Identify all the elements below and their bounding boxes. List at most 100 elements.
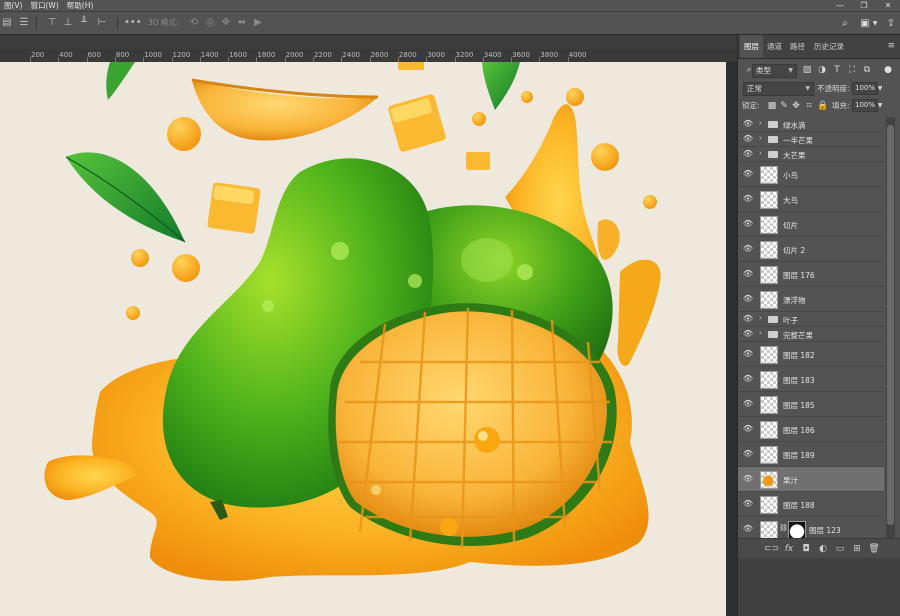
layer-row[interactable]: 👁 图层 176 [738, 262, 884, 287]
layer-row[interactable]: 👁 › 完整芒果 [738, 327, 884, 342]
more-options-icon[interactable]: ••• [124, 17, 142, 29]
layer-row[interactable]: 👁 漂浮物 [738, 287, 884, 312]
filter-toggle-icon[interactable]: ● [883, 65, 893, 75]
scroll-thumb[interactable] [887, 125, 894, 525]
visibility-eye-icon[interactable]: 👁 [742, 314, 754, 323]
visibility-eye-icon[interactable]: 👁 [742, 119, 754, 128]
visibility-eye-icon[interactable]: 👁 [742, 269, 754, 278]
tab-channels[interactable]: 通道 [763, 35, 786, 58]
chevron-right-icon[interactable]: › [759, 149, 762, 157]
layer-row[interactable]: 👁 图层 183 [738, 367, 884, 392]
panel-menu-icon[interactable]: ≡ [887, 41, 895, 51]
3d-roll-icon[interactable]: ◎ [204, 17, 216, 29]
lock-position-icon[interactable]: ✥ [791, 101, 801, 111]
visibility-eye-icon[interactable]: 👁 [742, 474, 754, 483]
minimize-button[interactable]: — [828, 0, 852, 11]
3d-camera-icon[interactable]: ▶ [252, 17, 264, 29]
menu-view[interactable]: 图(V) [0, 0, 26, 11]
lock-transparent-icon[interactable]: ▩ [767, 101, 777, 111]
layer-row[interactable]: 👁 图层 186 [738, 417, 884, 442]
layer-row[interactable]: 👁 图层 182 [738, 342, 884, 367]
visibility-eye-icon[interactable]: 👁 [742, 219, 754, 228]
chevron-right-icon[interactable]: › [759, 119, 762, 127]
chevron-right-icon[interactable]: › [759, 134, 762, 142]
lock-image-icon[interactable]: ✎ [779, 101, 789, 111]
search-icon[interactable]: ⌕ [838, 17, 852, 31]
distribute-icon[interactable]: ☰ [18, 17, 30, 29]
layer-row[interactable]: 👁 › 大芒果 [738, 147, 884, 162]
menu-help[interactable]: 帮助(H) [63, 0, 98, 11]
chain-link-icon[interactable]: ⛓ [779, 524, 788, 532]
blend-mode-dropdown[interactable]: 正常 ▼ [743, 82, 814, 96]
layer-row[interactable]: 👁 切片 [738, 212, 884, 237]
visibility-eye-icon[interactable]: 👁 [742, 194, 754, 203]
lock-all-icon[interactable]: 🔒 [817, 101, 828, 111]
visibility-eye-icon[interactable]: 👁 [742, 449, 754, 458]
visibility-eye-icon[interactable]: 👁 [742, 374, 754, 383]
tab-layers[interactable]: 图层 [740, 35, 763, 58]
layer-name: 小鸟 [783, 170, 798, 180]
window-controls: — ❐ ✕ [828, 0, 900, 11]
visibility-eye-icon[interactable]: 👁 [742, 399, 754, 408]
chevron-down-icon[interactable]: ▼ [875, 84, 885, 94]
align-top-edges-icon[interactable]: ▤ [1, 17, 13, 29]
adjustment-filter-icon[interactable]: ◑ [817, 65, 827, 75]
share-icon[interactable]: ⇪ [884, 17, 898, 31]
layer-row[interactable]: 👁 › 一半芒果 [738, 132, 884, 147]
visibility-eye-icon[interactable]: 👁 [742, 244, 754, 253]
align-middle-icon[interactable]: ⊥ [62, 17, 74, 29]
layer-row[interactable]: 👁 大鸟 [738, 187, 884, 212]
layer-row[interactable]: 👁 图层 188 [738, 492, 884, 517]
3d-pan-icon[interactable]: ✥ [220, 17, 232, 29]
new-group-icon[interactable]: ▭ [834, 543, 846, 555]
pixel-filter-icon[interactable]: ▨ [802, 65, 812, 75]
canvas[interactable] [0, 62, 737, 616]
layer-row[interactable]: 👁 图层 189 [738, 442, 884, 467]
chevron-right-icon[interactable]: › [759, 329, 762, 337]
visibility-eye-icon[interactable]: 👁 [742, 149, 754, 158]
delete-layer-icon[interactable]: 🗑 [868, 543, 880, 555]
layer-row[interactable]: 👁 图层 185 [738, 392, 884, 417]
tab-paths[interactable]: 路径 [786, 35, 809, 58]
close-button[interactable]: ✕ [876, 0, 900, 11]
visibility-eye-icon[interactable]: 👁 [742, 424, 754, 433]
visibility-eye-icon[interactable]: 👁 [742, 349, 754, 358]
layer-row[interactable]: 👁 小鸟 [738, 162, 884, 187]
lock-artboard-icon[interactable]: ⌗ [804, 101, 814, 111]
link-layers-icon[interactable]: ⊂⊃ [764, 543, 779, 555]
3d-rotate-icon[interactable]: ⟲ [188, 17, 200, 29]
visibility-eye-icon[interactable]: 👁 [742, 329, 754, 338]
layers-scrollbar[interactable] [886, 117, 895, 542]
visibility-eye-icon[interactable]: 👁 [742, 294, 754, 303]
adjustment-layer-icon[interactable]: ◐ [817, 543, 829, 555]
layer-row[interactable]: 👁 › 绿水滴 [738, 117, 884, 132]
mango-illustration [44, 62, 661, 581]
visibility-eye-icon[interactable]: 👁 [742, 499, 754, 508]
align-left-icon[interactable]: ⊢ [96, 17, 108, 29]
restore-button[interactable]: ❐ [852, 0, 876, 11]
menu-window[interactable]: 窗口(W) [26, 0, 62, 11]
smart-object-filter-icon[interactable]: ⧉ [862, 65, 872, 75]
filter-kind-dropdown[interactable]: 类型 ▼ [752, 64, 797, 78]
3d-slide-icon[interactable]: ⬌ [236, 17, 248, 29]
visibility-eye-icon[interactable]: 👁 [742, 134, 754, 143]
align-bottom-icon[interactable]: ╨ [78, 17, 90, 29]
layer-style-icon[interactable]: fx [783, 543, 795, 555]
chevron-down-icon[interactable]: ▼ [875, 101, 885, 111]
add-mask-icon[interactable]: ◘ [800, 543, 812, 555]
chevron-down-icon[interactable]: ▼ [868, 17, 882, 31]
align-top-icon[interactable]: ⊤ [46, 17, 58, 29]
canvas-vertical-scrollbar[interactable] [726, 62, 737, 616]
chevron-right-icon[interactable]: › [759, 314, 762, 322]
layer-row[interactable]: 👁 切片 2 [738, 237, 884, 262]
visibility-eye-icon[interactable]: 👁 [742, 524, 754, 533]
shape-filter-icon[interactable]: ⛶ [847, 65, 857, 75]
layer-mask-thumbnail[interactable] [788, 521, 806, 539]
new-layer-icon[interactable]: ⊞ [851, 543, 863, 555]
visibility-eye-icon[interactable]: 👁 [742, 169, 754, 178]
layer-row[interactable]: 👁 果汁 [738, 467, 884, 492]
tab-history[interactable]: 历史记录 [810, 35, 848, 58]
type-filter-icon[interactable]: T [832, 65, 842, 75]
layer-thumbnail [760, 446, 778, 464]
layer-row[interactable]: 👁 › 叶子 [738, 312, 884, 327]
